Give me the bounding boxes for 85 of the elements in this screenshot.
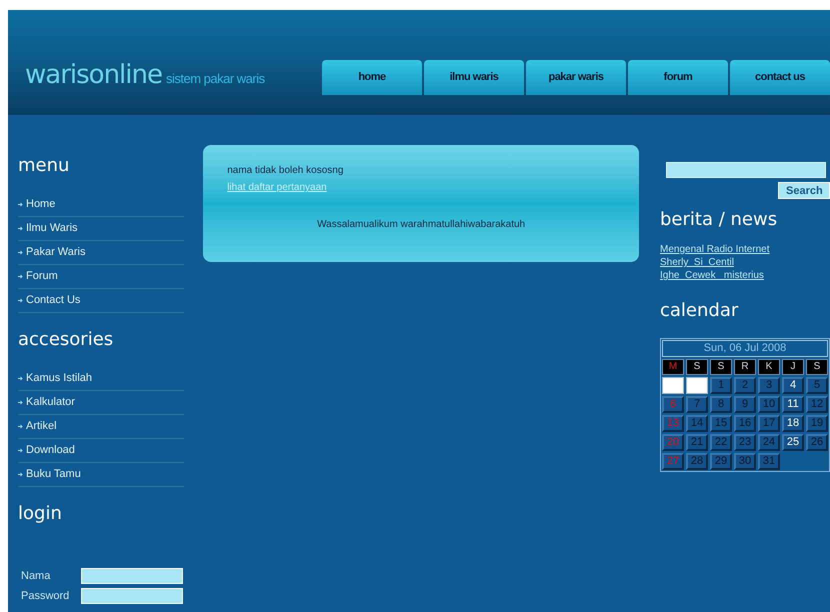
day-cell[interactable]: 21: [686, 434, 708, 451]
arrow-icon: [18, 274, 23, 279]
arrow-icon: [18, 400, 23, 405]
day-cell[interactable]: 20: [662, 434, 684, 451]
sidebar-link[interactable]: Ilmu Waris: [26, 220, 78, 237]
nav-tab[interactable]: ilmu waris: [424, 60, 524, 95]
day-cell[interactable]: 7: [686, 396, 708, 413]
input-field[interactable]: [81, 588, 183, 604]
day-cell[interactable]: 18: [782, 415, 804, 432]
sidebar-link[interactable]: Home: [26, 196, 56, 213]
day-cell[interactable]: 27: [662, 453, 684, 470]
day-cell[interactable]: 11: [782, 396, 804, 413]
day-cell[interactable]: 2: [734, 377, 756, 394]
nav-tab[interactable]: home: [322, 60, 422, 95]
day-cell[interactable]: 23: [734, 434, 756, 451]
day-cell[interactable]: 26: [806, 434, 828, 451]
weekday-header: R: [734, 359, 756, 375]
section-heading: login: [18, 505, 63, 523]
arrow-icon: [18, 226, 23, 231]
day-cell[interactable]: 16: [734, 415, 756, 432]
empty-day-cell: [686, 377, 708, 394]
arrow-icon: [18, 298, 23, 303]
nav-tab[interactable]: contact us: [730, 60, 830, 95]
weekday-header: J: [782, 359, 804, 375]
day-cell[interactable]: 17: [758, 415, 780, 432]
day-cell[interactable]: 6: [662, 396, 684, 413]
sidebar-link[interactable]: Forum: [26, 268, 58, 285]
search-field[interactable]: [666, 162, 826, 178]
day-cell[interactable]: 28: [686, 453, 708, 470]
day-cell[interactable]: 12: [806, 396, 828, 413]
day-cell[interactable]: 4: [782, 377, 804, 394]
day-cell[interactable]: 8: [710, 396, 732, 413]
day-cell[interactable]: 24: [758, 434, 780, 451]
arrow-icon: [18, 424, 23, 429]
day-cell[interactable]: 22: [710, 434, 732, 451]
day-cell[interactable]: 5: [806, 377, 828, 394]
weekday-header: S: [806, 359, 828, 375]
empty-day-cell: [662, 377, 684, 394]
day-cell[interactable]: 14: [686, 415, 708, 432]
day-cell[interactable]: 25: [782, 434, 804, 451]
sidebar-link[interactable]: Buku Tamu: [26, 466, 81, 483]
calendar-title: Sun, 06 Jul 2008: [662, 340, 828, 357]
field-label: Nama: [21, 569, 52, 584]
site-tagline: sistem pakar waris: [166, 70, 265, 88]
day-cell[interactable]: 1: [710, 377, 732, 394]
day-cell[interactable]: 30: [734, 453, 756, 470]
field-label: Password: [21, 588, 70, 604]
arrow-icon: [18, 448, 23, 453]
arrow-icon: [18, 472, 23, 477]
day-cell[interactable]: 9: [734, 396, 756, 413]
error-message: nama tidak boleh kososng: [227, 164, 344, 178]
sidebar-link[interactable]: Artikel: [26, 418, 57, 435]
site-logo[interactable]: warisonline: [25, 56, 162, 95]
weekday-header: S: [710, 359, 732, 375]
news-link[interactable]: Sherly Si Centil: [660, 256, 734, 269]
weekday-header: M: [662, 359, 684, 375]
sidebar-link[interactable]: Pakar Waris: [26, 244, 86, 261]
nav-tab[interactable]: pakar waris: [526, 60, 626, 95]
section-heading: accesories: [18, 331, 114, 349]
day-cell[interactable]: 19: [806, 415, 828, 432]
section-heading: calendar: [660, 302, 740, 320]
day-cell[interactable]: 15: [710, 415, 732, 432]
arrow-icon: [18, 202, 23, 207]
day-cell[interactable]: 13: [662, 415, 684, 432]
input-field[interactable]: [81, 568, 183, 584]
questions-link[interactable]: lihat daftar pertanyaan: [227, 180, 327, 195]
weekday-header: S: [686, 359, 708, 375]
section-heading: menu: [18, 157, 70, 175]
section-heading: berita / news: [660, 211, 778, 229]
arrow-icon: [18, 376, 23, 381]
sidebar-link[interactable]: Download: [26, 442, 75, 459]
sidebar-link[interactable]: Kalkulator: [26, 394, 75, 411]
nav-tab[interactable]: forum: [628, 60, 728, 95]
greeting-text: Wassalamualikum warahmatullahiwabarakatuh: [317, 218, 526, 232]
day-cell[interactable]: 10: [758, 396, 780, 413]
day-cell[interactable]: 29: [710, 453, 732, 470]
day-cell[interactable]: 3: [758, 377, 780, 394]
news-link[interactable]: Ighe Cewek misterius: [660, 269, 764, 282]
weekday-header: K: [758, 359, 780, 375]
sidebar-link[interactable]: Kamus Istilah: [26, 370, 92, 387]
search-button[interactable]: Search: [778, 182, 830, 199]
day-cell[interactable]: 31: [758, 453, 780, 470]
sidebar-link[interactable]: Contact Us: [26, 292, 80, 309]
arrow-icon: [18, 250, 23, 255]
news-link[interactable]: Mengenal Radio Internet: [660, 243, 770, 256]
